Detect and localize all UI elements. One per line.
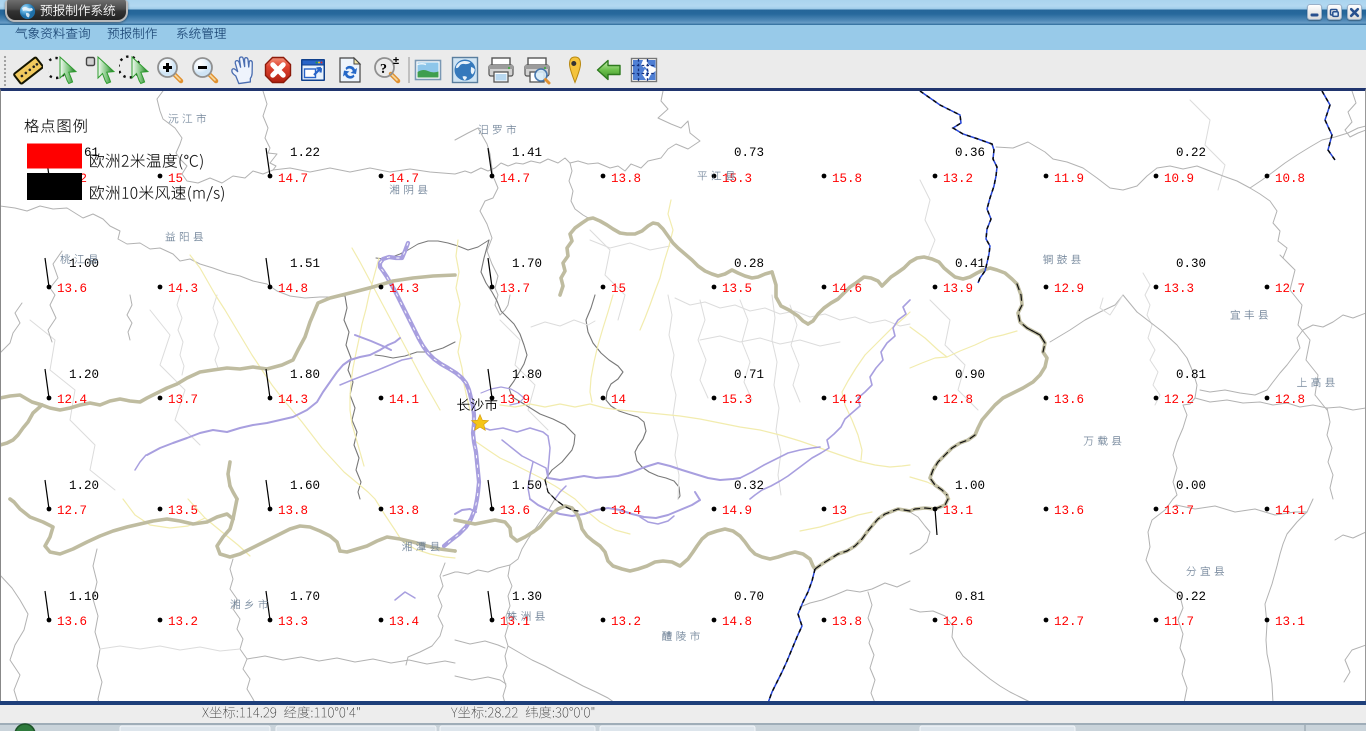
- svg-text:1.51: 1.51: [290, 257, 320, 271]
- svg-text:0.22: 0.22: [1176, 590, 1206, 604]
- svg-text:11.7: 11.7: [1164, 615, 1194, 629]
- svg-text:0.28: 0.28: [734, 257, 764, 271]
- svg-text:13.1: 13.1: [1275, 615, 1305, 629]
- svg-text:0.70: 0.70: [734, 590, 764, 604]
- svg-text:10.8: 10.8: [1275, 172, 1305, 186]
- svg-text:13: 13: [832, 504, 847, 518]
- svg-text:14.7: 14.7: [278, 172, 308, 186]
- svg-text:13.8: 13.8: [832, 615, 862, 629]
- svg-text:1.30: 1.30: [512, 590, 542, 604]
- svg-text:0.41: 0.41: [955, 257, 985, 271]
- svg-text:15: 15: [168, 172, 183, 186]
- svg-text:12.8: 12.8: [943, 393, 973, 407]
- svg-text:0.00: 0.00: [1176, 479, 1206, 493]
- svg-text:13.8: 13.8: [278, 504, 308, 518]
- svg-text:1.10: 1.10: [69, 590, 99, 604]
- svg-text:1.00: 1.00: [69, 257, 99, 271]
- svg-text:14.3: 14.3: [389, 282, 419, 296]
- svg-text:13.8: 13.8: [389, 504, 419, 518]
- svg-text:13.1: 13.1: [943, 504, 973, 518]
- svg-text:13.4: 13.4: [389, 615, 419, 629]
- svg-text:13.5: 13.5: [168, 504, 198, 518]
- svg-text:1.41: 1.41: [512, 146, 542, 160]
- svg-text:1.70: 1.70: [290, 590, 320, 604]
- svg-text:0.81: 0.81: [955, 590, 985, 604]
- svg-text:?: ?: [380, 62, 387, 77]
- svg-text:0.32: 0.32: [734, 479, 764, 493]
- svg-text:0.71: 0.71: [734, 368, 764, 382]
- svg-text:12.7: 12.7: [1275, 282, 1305, 296]
- svg-text:13.6: 13.6: [1054, 393, 1084, 407]
- svg-text:13.6: 13.6: [500, 504, 530, 518]
- svg-text:0.81: 0.81: [1176, 368, 1206, 382]
- svg-text:0.30: 0.30: [1176, 257, 1206, 271]
- svg-text:1.80: 1.80: [290, 368, 320, 382]
- svg-text:13.4: 13.4: [611, 504, 641, 518]
- svg-text:15: 15: [611, 282, 626, 296]
- svg-text:13.9: 13.9: [500, 393, 530, 407]
- svg-text:12.7: 12.7: [1054, 615, 1084, 629]
- svg-text:14.3: 14.3: [168, 282, 198, 296]
- svg-text:1.20: 1.20: [69, 479, 99, 493]
- svg-text:13.7: 13.7: [168, 393, 198, 407]
- svg-text:12.2: 12.2: [1164, 393, 1194, 407]
- svg-text:14.2: 14.2: [832, 393, 862, 407]
- svg-text:1.80: 1.80: [512, 368, 542, 382]
- svg-text:11.9: 11.9: [1054, 172, 1084, 186]
- svg-text:1.60: 1.60: [290, 479, 320, 493]
- svg-text:0.73: 0.73: [734, 146, 764, 160]
- svg-text:13.2: 13.2: [943, 172, 973, 186]
- svg-text:0.90: 0.90: [955, 368, 985, 382]
- svg-text:14.7: 14.7: [389, 172, 419, 186]
- svg-text:1.20: 1.20: [69, 368, 99, 382]
- svg-text:14.1: 14.1: [1275, 504, 1305, 518]
- svg-text:13.6: 13.6: [57, 282, 87, 296]
- svg-text:14.3: 14.3: [278, 393, 308, 407]
- svg-text:0.22: 0.22: [1176, 146, 1206, 160]
- svg-text:14.8: 14.8: [278, 282, 308, 296]
- svg-text:13.7: 13.7: [1164, 504, 1194, 518]
- svg-text:12.7: 12.7: [57, 504, 87, 518]
- svg-text:1.50: 1.50: [512, 479, 542, 493]
- svg-text:13.6: 13.6: [1054, 504, 1084, 518]
- svg-text:13.9: 13.9: [943, 282, 973, 296]
- svg-text:14.7: 14.7: [500, 172, 530, 186]
- svg-text:±: ±: [393, 55, 399, 67]
- svg-text:13.6: 13.6: [57, 615, 87, 629]
- svg-text:12.8: 12.8: [1275, 393, 1305, 407]
- svg-text:14: 14: [611, 393, 626, 407]
- svg-text:1.00: 1.00: [955, 479, 985, 493]
- svg-text:14.1: 14.1: [389, 393, 419, 407]
- svg-text:12.9: 12.9: [1054, 282, 1084, 296]
- svg-text:12.6: 12.6: [943, 615, 973, 629]
- svg-text:10.9: 10.9: [1164, 172, 1194, 186]
- svg-text:12.4: 12.4: [57, 393, 87, 407]
- svg-text:13.2: 13.2: [611, 615, 641, 629]
- svg-text:15.3: 15.3: [722, 393, 752, 407]
- svg-text:13.8: 13.8: [611, 172, 641, 186]
- svg-text:13.5: 13.5: [722, 282, 752, 296]
- svg-text:1.70: 1.70: [512, 257, 542, 271]
- svg-text:15.3: 15.3: [722, 172, 752, 186]
- svg-text:15.8: 15.8: [832, 172, 862, 186]
- svg-text:14.8: 14.8: [722, 615, 752, 629]
- svg-text:0.36: 0.36: [955, 146, 985, 160]
- svg-text:1.22: 1.22: [290, 146, 320, 160]
- svg-text:14.9: 14.9: [722, 504, 752, 518]
- svg-text:13.2: 13.2: [168, 615, 198, 629]
- svg-text:14.6: 14.6: [832, 282, 862, 296]
- svg-text:13.7: 13.7: [500, 282, 530, 296]
- svg-text:13.3: 13.3: [278, 615, 308, 629]
- svg-text:13.3: 13.3: [1164, 282, 1194, 296]
